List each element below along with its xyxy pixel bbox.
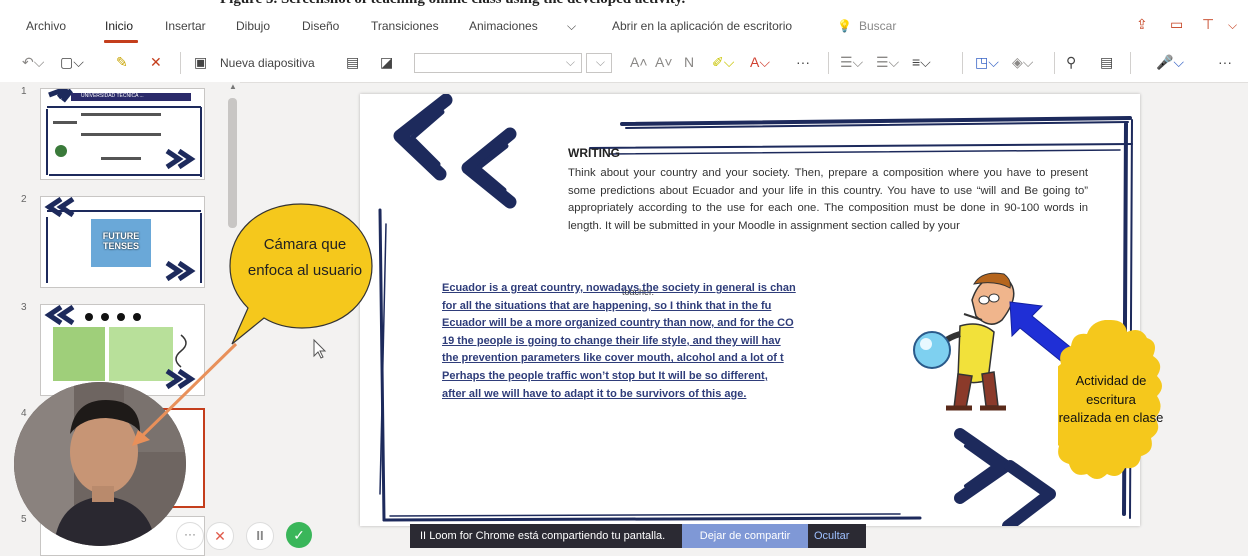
thumb-text: UNIVERSIDAD TECNICA ...	[81, 93, 144, 99]
chevron-down-icon[interactable]: ⌵	[567, 19, 576, 34]
slide-thumbnail-2[interactable]: FUTURE TENSES	[40, 196, 205, 288]
undo-icon[interactable]: ↶⌵	[22, 53, 44, 71]
loom-cancel-button[interactable]: ✕	[206, 522, 234, 550]
lightbulb-icon: 💡	[837, 19, 852, 33]
fill-icon[interactable]: ◈⌵	[1012, 53, 1033, 71]
essay-text: Ecuador is a great country, nowadays the…	[442, 282, 796, 400]
sharing-message: Loom for Chrome está compartiendo tu pan…	[429, 530, 666, 542]
ribbon-toolbar: ↶⌵ ▢⌵ ✎ ✕ ▣ Nueva diapositiva ▤ ◪ ⌵ ⌵ A˄…	[0, 44, 1248, 83]
loom-menu-button[interactable]: ···	[176, 522, 204, 550]
slide-number: 2	[21, 194, 27, 205]
activity-callout-text: Actividad de escritura realizada en clas…	[1058, 373, 1164, 425]
shapes-icon[interactable]: ◳⌵	[975, 53, 999, 71]
main-slide[interactable]: WRITING Think about your country and you…	[360, 94, 1140, 526]
find-icon[interactable]: ⚲	[1066, 53, 1076, 71]
menu-animaciones[interactable]: Animaciones	[469, 19, 538, 33]
font-color-icon[interactable]: A⌵	[750, 53, 770, 71]
pause-icon: II	[420, 530, 427, 542]
slide-number: 1	[21, 86, 27, 97]
highlight-icon[interactable]: ✐⌵	[712, 53, 734, 71]
overflow-menu-icon[interactable]: ···	[1218, 53, 1232, 71]
menu-transiciones[interactable]: Transiciones	[371, 19, 439, 33]
slide-thumbnail-1[interactable]: UNIVERSIDAD TECNICA ...	[40, 88, 205, 180]
comment-icon[interactable]: ▭	[1170, 16, 1183, 33]
menu-bar: Archivo Inicio Insertar Dibujo Diseño Tr…	[0, 10, 1248, 45]
font-family-dropdown[interactable]: ⌵	[414, 53, 582, 73]
bullets-icon[interactable]: ☰⌵	[840, 53, 863, 71]
stop-sharing-button[interactable]: Dejar de compartir	[682, 524, 808, 548]
clear-format-icon[interactable]: N	[684, 53, 694, 71]
paste-icon[interactable]: ▢⌵	[60, 53, 84, 71]
menu-dibujo[interactable]: Dibujo	[236, 19, 270, 33]
menu-insertar[interactable]: Insertar	[165, 19, 206, 33]
hide-button[interactable]: Ocultar	[814, 530, 849, 542]
writing-instructions: Think about your country and your societ…	[568, 167, 1088, 232]
loom-sharing-bar: II Loom for Chrome está compartiendo tu …	[410, 524, 866, 548]
chevron-left-icon	[393, 94, 517, 209]
menu-archivo[interactable]: Archivo	[26, 19, 66, 33]
format-painter-icon[interactable]: ✎	[116, 53, 128, 71]
present-dropdown-icon[interactable]: ⌵	[1228, 18, 1237, 33]
align-icon[interactable]: ≡⌵	[912, 53, 931, 71]
menu-inicio[interactable]: Inicio	[105, 19, 133, 33]
delete-icon[interactable]: ✕	[150, 53, 162, 71]
present-icon[interactable]: ⊤	[1202, 16, 1214, 33]
search-link[interactable]: Buscar	[859, 19, 896, 33]
camera-callout-text: Cámara que enfoca al usuario	[247, 236, 363, 279]
menu-diseno[interactable]: Diseño	[302, 19, 339, 33]
layout-icon[interactable]: ▤	[346, 53, 359, 71]
caption-cutoff: Figure 5. Screenshot of teaching online …	[0, 0, 1248, 10]
thumb-title: FUTURE TENSES	[102, 231, 140, 251]
new-slide-button[interactable]: Nueva diapositiva	[220, 54, 315, 72]
open-desktop-app-link[interactable]: Abrir en la aplicación de escritorio	[612, 19, 792, 33]
reset-icon[interactable]: ◪	[380, 53, 393, 71]
slide-number: 3	[21, 302, 27, 313]
dictate-icon[interactable]: 🎤⌵	[1156, 53, 1184, 71]
writing-title: WRITING	[568, 146, 620, 160]
mouse-cursor-icon	[313, 338, 327, 359]
more-icon[interactable]: ···	[796, 53, 810, 71]
slide-number: 5	[21, 514, 27, 525]
new-slide-icon[interactable]: ▣	[194, 53, 207, 71]
grow-font-icon[interactable]: A˄	[630, 53, 648, 71]
loom-pause-button[interactable]: II	[246, 522, 274, 550]
designer-icon[interactable]: ▤	[1100, 53, 1113, 71]
loom-finish-button[interactable]: ✓	[286, 522, 312, 548]
shrink-font-icon[interactable]: A˅	[655, 53, 673, 71]
numbering-icon[interactable]: ☰⌵	[876, 53, 899, 71]
caption-text: Figure 5. Screenshot of teaching online …	[220, 0, 685, 8]
active-tab-indicator	[104, 40, 138, 43]
share-icon[interactable]: ⇪	[1136, 16, 1148, 33]
font-size-dropdown[interactable]: ⌵	[586, 53, 612, 73]
camera-pointer-arrow	[132, 342, 238, 446]
slide-number: 4	[21, 408, 27, 419]
chevron-right-icon	[954, 428, 1056, 526]
